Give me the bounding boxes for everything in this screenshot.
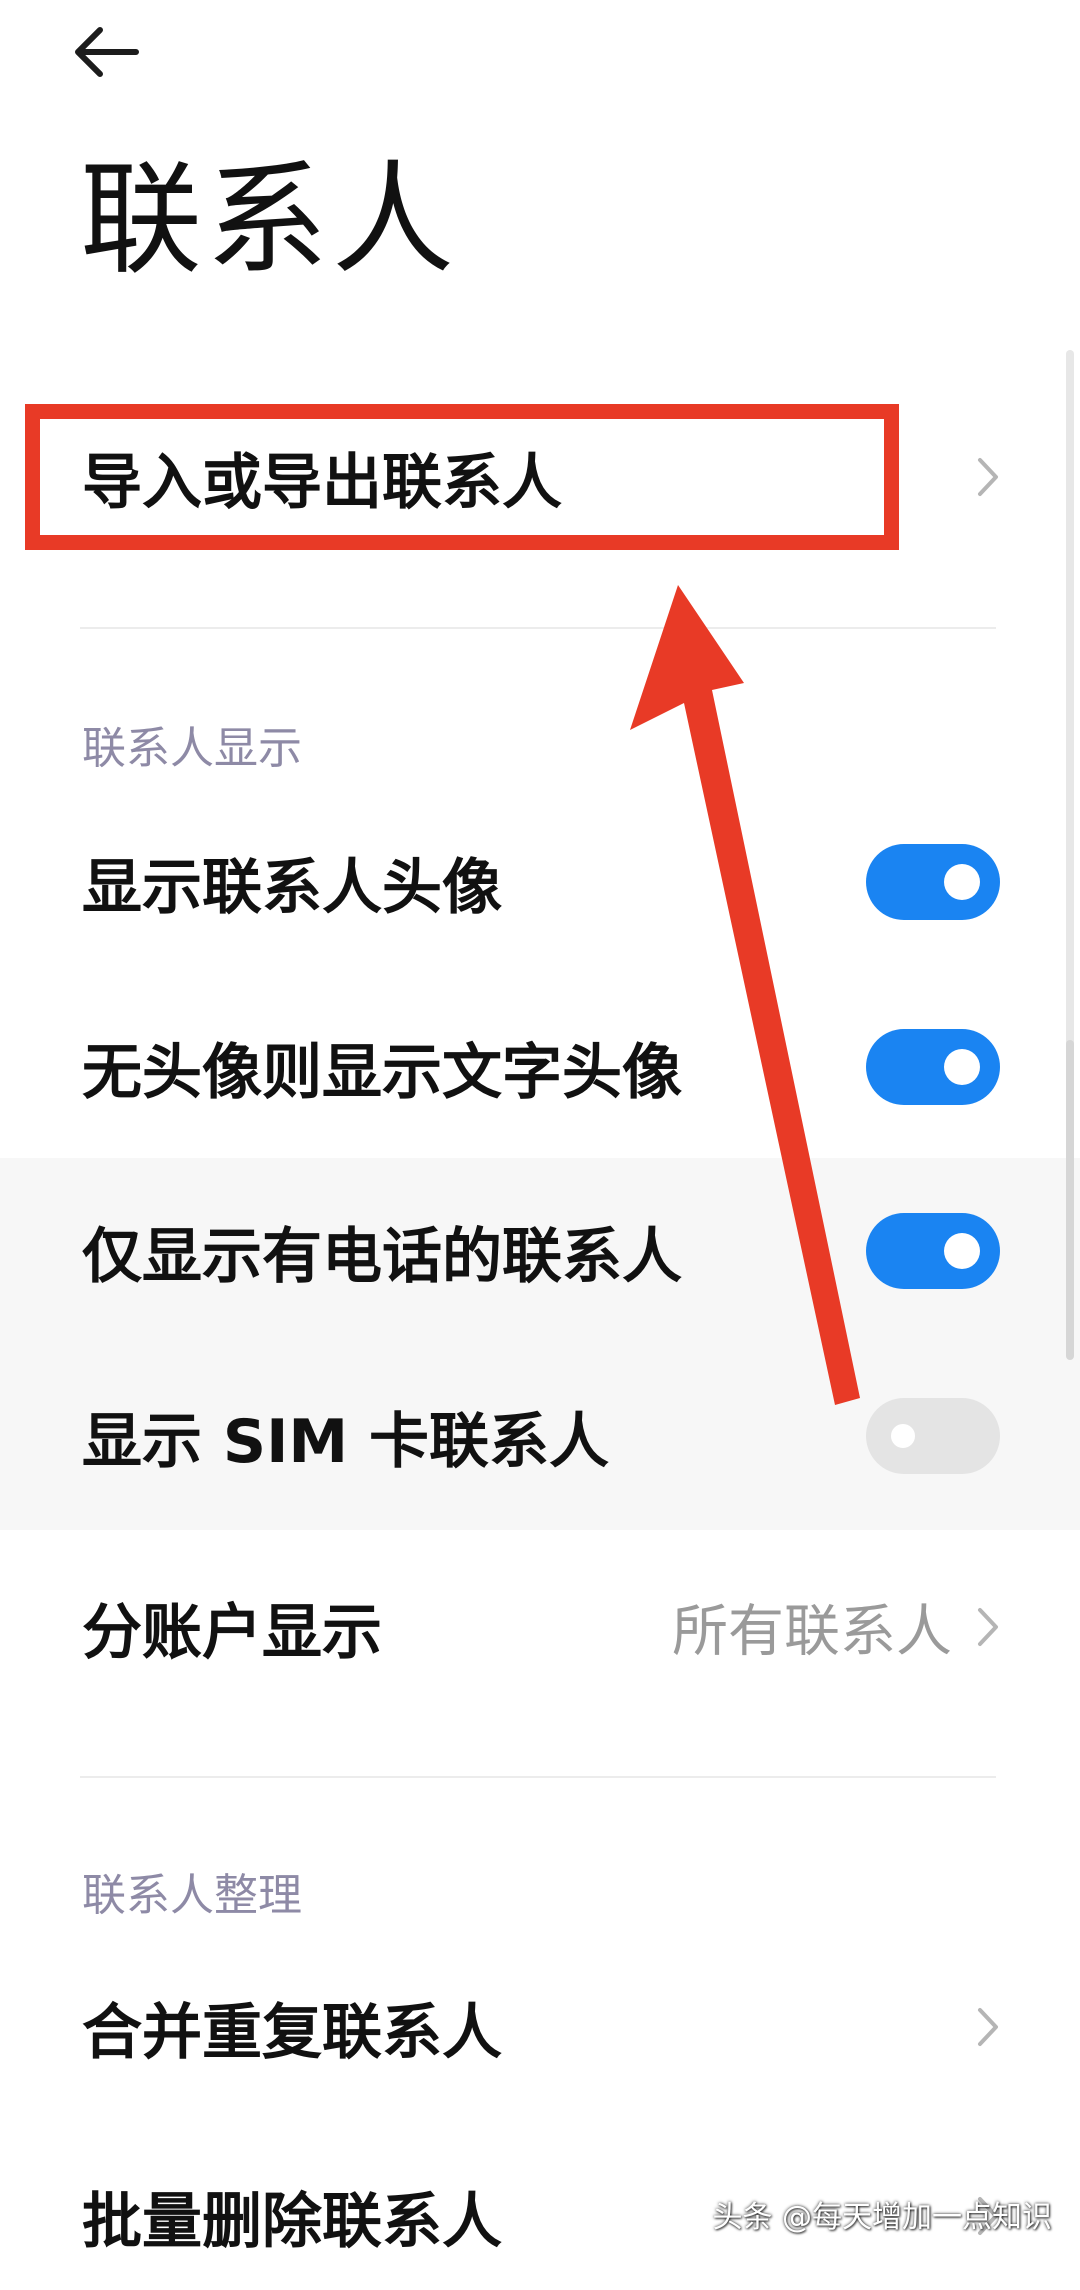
toggle-switch[interactable]	[866, 1213, 1000, 1289]
setting-row[interactable]: 显示 SIM 卡联系人	[0, 1362, 1080, 1510]
toggle-switch[interactable]	[866, 1029, 1000, 1105]
setting-label: 显示 SIM 卡联系人	[82, 1406, 610, 1477]
account-display-label: 分账户显示	[82, 1597, 382, 1668]
watermark: 头条 @每天增加一点知识	[712, 2200, 1052, 2235]
setting-row[interactable]: 仅显示有电话的联系人	[0, 1177, 1080, 1325]
annotation-highlight-box	[25, 404, 899, 550]
chevron-right-icon	[978, 458, 998, 496]
account-display-row[interactable]: 分账户显示 所有联系人	[0, 1553, 1080, 1701]
section-header-organize: 联系人整理	[82, 1870, 302, 1921]
setting-row[interactable]: 无头像则显示文字头像	[0, 993, 1080, 1141]
organize-row[interactable]: 合并重复联系人	[0, 1953, 1080, 2101]
toggle-switch[interactable]	[866, 844, 1000, 920]
back-button[interactable]	[70, 22, 150, 82]
section-divider	[80, 1776, 996, 1778]
chevron-right-icon	[978, 1608, 998, 1646]
toggle-switch[interactable]	[866, 1398, 1000, 1474]
setting-label: 仅显示有电话的联系人	[82, 1221, 682, 1292]
account-display-value: 所有联系人	[672, 1599, 952, 1665]
setting-row[interactable]: 显示联系人头像	[0, 808, 1080, 956]
toggle-knob	[944, 864, 980, 900]
chevron-right-icon	[978, 2008, 998, 2046]
organize-label: 合并重复联系人	[82, 1997, 502, 2068]
organize-label: 批量删除联系人	[82, 2186, 502, 2257]
toggle-knob	[944, 1049, 980, 1085]
toggle-knob	[944, 1233, 980, 1269]
setting-label: 显示联系人头像	[82, 852, 502, 923]
setting-label: 无头像则显示文字头像	[82, 1037, 682, 1108]
toggle-knob	[888, 1421, 918, 1451]
section-divider	[80, 627, 996, 629]
arrow-left-icon	[75, 27, 139, 77]
page-title: 联系人	[80, 149, 458, 291]
section-header-display: 联系人显示	[82, 723, 302, 774]
